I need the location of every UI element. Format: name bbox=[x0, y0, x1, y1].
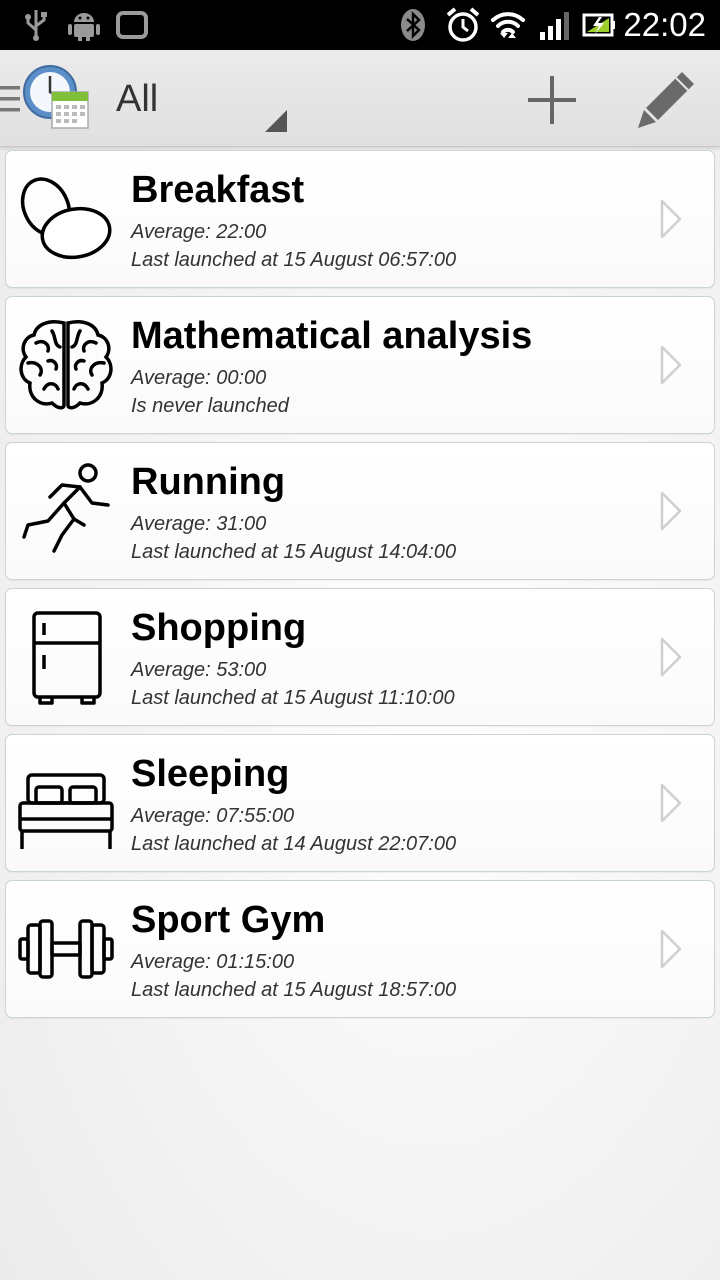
chevron-right-icon bbox=[660, 637, 682, 677]
brain-icon bbox=[19, 320, 113, 410]
activity-title: Mathematical analysis bbox=[131, 315, 533, 357]
activity-last-launched: Last launched at 15 August 14:04:00 bbox=[131, 541, 457, 563]
activity-average: Average: 07:55:00 bbox=[131, 805, 295, 827]
activity-average: Average: 01:15:00 bbox=[131, 951, 295, 973]
activity-last-launched: Last launched at 15 August 11:10:00 bbox=[131, 687, 455, 709]
dumbbell-icon bbox=[18, 919, 114, 979]
chevron-right-icon bbox=[660, 345, 682, 385]
alarm-icon bbox=[446, 7, 480, 42]
screen-icon bbox=[116, 11, 148, 39]
activity-average: Average: 00:00 bbox=[131, 367, 267, 389]
activity-title: Shopping bbox=[131, 607, 307, 649]
chevron-right-icon bbox=[660, 491, 682, 531]
filter-spinner-label[interactable]: All bbox=[116, 78, 158, 121]
signal-icon bbox=[540, 12, 569, 40]
chevron-right-icon bbox=[660, 199, 682, 239]
activity-last-launched: Is never launched bbox=[131, 395, 289, 417]
status-bar: 22:02 bbox=[0, 0, 720, 50]
fridge-icon bbox=[32, 611, 102, 705]
activity-title: Sport Gym bbox=[131, 899, 326, 941]
runner-icon bbox=[22, 463, 110, 553]
list-item[interactable]: Breakfast Average: 22:00 Last launched a… bbox=[5, 150, 715, 288]
activity-last-launched: Last launched at 15 August 18:57:00 bbox=[131, 979, 457, 1001]
list-item[interactable]: Shopping Average: 53:00 Last launched at… bbox=[5, 588, 715, 726]
activity-average: Average: 31:00 bbox=[131, 513, 267, 535]
usb-icon bbox=[25, 10, 47, 41]
activity-last-launched: Last launched at 15 August 06:57:00 bbox=[131, 249, 457, 271]
list-item[interactable]: Sleeping Average: 07:55:00 Last launched… bbox=[5, 734, 715, 872]
list-item[interactable]: Running Average: 31:00 Last launched at … bbox=[5, 442, 715, 580]
activity-list: Breakfast Average: 22:00 Last launched a… bbox=[5, 150, 715, 1026]
activity-title: Running bbox=[131, 461, 286, 503]
add-icon[interactable] bbox=[520, 70, 584, 130]
bed-icon bbox=[18, 773, 114, 849]
activity-title: Breakfast bbox=[131, 169, 305, 211]
chevron-right-icon bbox=[660, 929, 682, 969]
spinner-arrow-icon[interactable] bbox=[263, 108, 289, 134]
action-bar: All bbox=[0, 50, 720, 147]
android-icon bbox=[68, 13, 100, 41]
eggs-icon bbox=[20, 177, 112, 260]
edit-icon[interactable] bbox=[632, 66, 700, 134]
activity-average: Average: 53:00 bbox=[131, 659, 267, 681]
activity-average: Average: 22:00 bbox=[131, 221, 267, 243]
menu-icon[interactable] bbox=[0, 84, 22, 114]
activity-title: Sleeping bbox=[131, 753, 290, 795]
list-item[interactable]: Sport Gym Average: 01:15:00 Last launche… bbox=[5, 880, 715, 1018]
list-item[interactable]: Mathematical analysis Average: 00:00 Is … bbox=[5, 296, 715, 434]
bluetooth-icon bbox=[401, 9, 425, 41]
wifi-icon bbox=[491, 12, 525, 38]
clock: 22:02 bbox=[623, 6, 706, 43]
activity-last-launched: Last launched at 14 August 22:07:00 bbox=[131, 833, 457, 855]
battery-icon bbox=[582, 13, 615, 37]
app-logo-icon[interactable] bbox=[22, 64, 90, 130]
chevron-right-icon bbox=[660, 783, 682, 823]
